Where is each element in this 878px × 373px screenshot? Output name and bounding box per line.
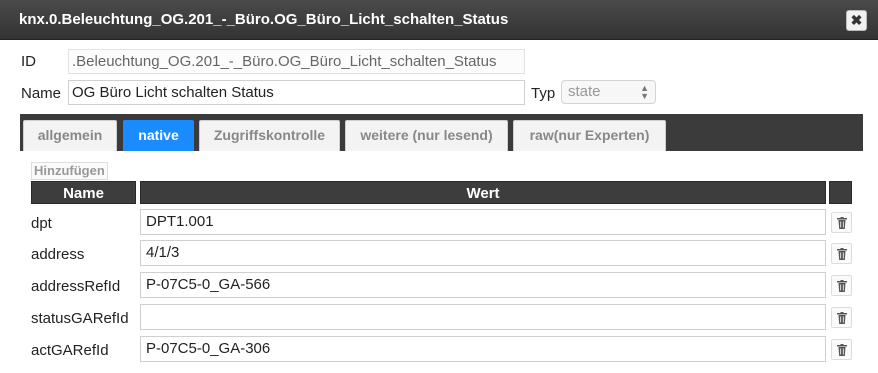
table-row-value[interactable]: P-07C5-0_GA-306 bbox=[140, 336, 826, 362]
dialog-title: knx.0.Beleuchtung_OG.201_-_Büro.OG_Büro_… bbox=[19, 11, 509, 28]
table-row-label: addressRefId bbox=[31, 278, 121, 295]
tab-native[interactable]: native bbox=[123, 120, 194, 151]
chevron-updown-icon: ▲ ▼ bbox=[640, 83, 649, 101]
dialog-titlebar: knx.0.Beleuchtung_OG.201_-_Büro.OG_Büro_… bbox=[0, 0, 878, 40]
table-row-value[interactable]: P-07C5-0_GA-566 bbox=[140, 272, 826, 298]
header-actions bbox=[829, 181, 852, 204]
trash-icon[interactable] bbox=[831, 212, 852, 233]
trash-icon[interactable] bbox=[831, 243, 852, 264]
header-value: Wert bbox=[140, 181, 826, 204]
type-select[interactable]: state ▲ ▼ bbox=[561, 80, 656, 104]
table-row-label: dpt bbox=[31, 215, 52, 232]
tab-zugriffskontrolle[interactable]: Zugriffskontrolle bbox=[199, 120, 340, 151]
tab-allgemein[interactable]: allgemein bbox=[23, 120, 117, 151]
type-select-value: state bbox=[568, 83, 601, 100]
close-icon[interactable]: ✖ bbox=[846, 10, 867, 31]
table-row-label: address bbox=[31, 246, 85, 263]
table-row-label: actGARefId bbox=[31, 342, 109, 359]
name-label: Name bbox=[21, 85, 62, 102]
type-label: Typ bbox=[531, 85, 556, 102]
tab-raw[interactable]: raw(nur Experten) bbox=[513, 120, 666, 151]
trash-icon[interactable] bbox=[831, 339, 852, 360]
header-name: Name bbox=[31, 181, 136, 204]
add-button[interactable]: Hinzufügen bbox=[31, 162, 108, 180]
id-label: ID bbox=[21, 53, 36, 70]
table-row-value[interactable]: DPT1.001 bbox=[140, 209, 826, 235]
table-row-label: statusGARefId bbox=[31, 310, 129, 327]
trash-icon[interactable] bbox=[831, 307, 852, 328]
tab-weitere[interactable]: weitere (nur lesend) bbox=[345, 120, 508, 151]
id-field: .Beleuchtung_OG.201_-_Büro.OG_Büro_Licht… bbox=[68, 49, 525, 74]
table-row-value[interactable] bbox=[140, 304, 826, 330]
tab-bar: allgemein native Zugriffskontrolle weite… bbox=[20, 114, 863, 151]
table-row-value[interactable]: 4/1/3 bbox=[140, 240, 826, 266]
trash-icon[interactable] bbox=[831, 275, 852, 296]
name-field[interactable]: OG Büro Licht schalten Status bbox=[68, 80, 525, 105]
